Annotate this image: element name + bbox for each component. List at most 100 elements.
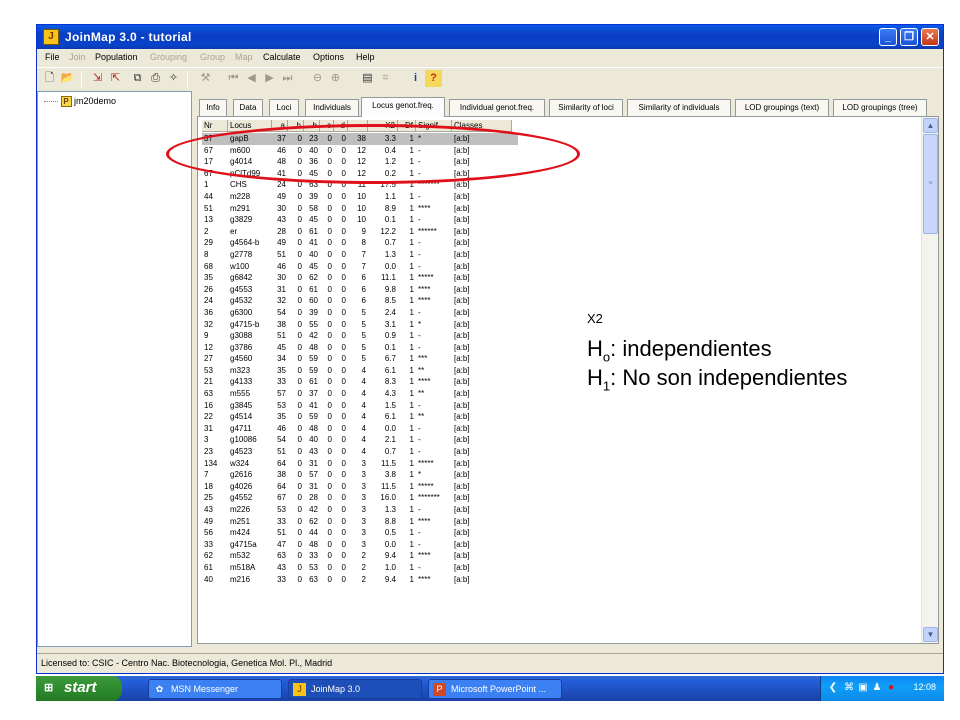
task-msn-messenger[interactable]: ✿ MSN Messenger xyxy=(148,679,282,699)
close-button[interactable]: ✕ xyxy=(921,28,939,46)
table-row[interactable]: 31 g4711 46 0 48 0 0 4 0.0 1- [a:b] xyxy=(202,423,518,435)
tab-info[interactable]: Info xyxy=(199,99,227,117)
table-row[interactable]: 36 g6300 54 0 39 0 0 5 2.4 1- [a:b] xyxy=(202,307,518,319)
next-icon[interactable]: ▶ xyxy=(261,70,278,87)
col-a-cell: 63 xyxy=(277,551,286,561)
col-b-cell: 45 xyxy=(309,215,318,225)
table-row[interactable]: 32 g4715-b 38 0 55 0 0 5 3.1 1 * [a:b] xyxy=(202,319,518,331)
first-icon[interactable]: ⏮ xyxy=(225,70,242,87)
open-folder-icon[interactable]: 📂 xyxy=(59,70,76,87)
table-row[interactable]: 68 w100 46 0 45 0 0 7 0.0 1- [a:b] xyxy=(202,261,518,273)
task-powerpoint[interactable]: P Microsoft PowerPoint ... xyxy=(428,679,562,699)
tab-individual-genot-freq[interactable]: Individual genot.freq. xyxy=(449,99,545,117)
col-h-cell: 0 xyxy=(297,516,302,526)
security-icon[interactable]: ● xyxy=(885,682,897,694)
table-row[interactable]: 134 w324 64 0 31 0 0 3 11.5 1 ***** [a:b] xyxy=(202,458,518,470)
col-nr-header[interactable]: Nr xyxy=(202,120,228,132)
zoom-out-icon[interactable]: ⊖ xyxy=(309,70,326,87)
table-row[interactable]: 23 g4523 51 0 43 0 0 4 0.7 1- [a:b] xyxy=(202,446,518,458)
menu-grouping[interactable]: Grouping xyxy=(150,52,187,62)
table-row[interactable]: 51 m291 30 0 58 0 0 10 8.9 1 **** [a:b] xyxy=(202,203,518,215)
tab-similarity-of-individuals[interactable]: Similarity of individuals xyxy=(627,99,731,117)
menu-join[interactable]: Join xyxy=(69,52,86,62)
table-row[interactable]: 26 g4553 31 0 61 0 0 6 9.8 1 **** [a:b] xyxy=(202,284,518,296)
table-row[interactable]: 61 m518A 43 0 53 0 0 2 1.0 1- [a:b] xyxy=(202,562,518,574)
menu-options[interactable]: Options xyxy=(313,52,344,62)
table-row[interactable]: 7 g2616 38 0 57 0 0 3 3.8 1 * [a:b] xyxy=(202,469,518,481)
scroll-down-icon[interactable]: ▼ xyxy=(923,627,938,642)
tray-expand-icon[interactable]: ❮ xyxy=(827,682,839,694)
vertical-scrollbar[interactable]: ▲ ≡ ▼ xyxy=(921,117,938,643)
table-row[interactable]: 40 m216 33 0 63 0 0 2 9.4 1 **** [a:b] xyxy=(202,574,518,586)
grid-icon[interactable]: ⌗ xyxy=(377,70,394,87)
tree-node-jm20demo[interactable]: P jm20demo xyxy=(44,96,116,108)
table-row[interactable]: 8 g2778 51 0 40 0 0 7 1.3 1- [a:b] xyxy=(202,249,518,261)
table-row[interactable]: 63 m555 57 0 37 0 0 4 4.3 1 ** [a:b] xyxy=(202,388,518,400)
table-row[interactable]: 24 g4532 32 0 60 0 0 6 8.5 1 **** [a:b] xyxy=(202,295,518,307)
table-row[interactable]: 56 m424 51 0 44 0 0 3 0.5 1- [a:b] xyxy=(202,527,518,539)
col-nr-cell: 68 xyxy=(204,261,213,271)
tab-similarity-of-loci[interactable]: Similarity of loci xyxy=(549,99,623,117)
settings-icon[interactable]: ⚒ xyxy=(197,70,214,87)
title-bar[interactable]: J JoinMap 3.0 - tutorial _ ❐ ✕ xyxy=(37,25,943,49)
help-icon[interactable]: ? xyxy=(425,70,442,87)
previous-icon[interactable]: ◀ xyxy=(243,70,260,87)
tab-lod-groupings-tree[interactable]: LOD groupings (tree) xyxy=(833,99,927,117)
table-row[interactable]: 3 g10086 54 0 40 0 0 4 2.1 1- [a:b] xyxy=(202,434,518,446)
tab-loci[interactable]: Loci xyxy=(269,99,299,117)
table-row[interactable]: 2 er 28 0 61 0 0 9 12.2 1 ****** [a:b] xyxy=(202,226,518,238)
col-b-cell: 45 xyxy=(309,261,318,271)
table-row[interactable]: 49 m251 33 0 62 0 0 3 8.8 1 **** [a:b] xyxy=(202,516,518,528)
task-joinmap[interactable]: J JoinMap 3.0 xyxy=(288,679,422,699)
export-icon[interactable]: ⇱ xyxy=(107,70,124,87)
minimize-button[interactable]: _ xyxy=(879,28,897,46)
start-button[interactable]: ⊞ start xyxy=(36,676,122,701)
print-icon[interactable]: ⎙ xyxy=(147,70,164,87)
table-row[interactable]: 53 m323 35 0 59 0 0 4 6.1 1 ** [a:b] xyxy=(202,365,518,377)
table-row[interactable]: 29 g4564-b 49 0 41 0 0 8 0.7 1- [a:b] xyxy=(202,237,518,249)
copy-icon[interactable]: ⧉ xyxy=(129,70,146,87)
table-row[interactable]: 25 g4552 67 0 28 0 0 3 16.0 1 ******* [a:b] xyxy=(202,492,518,504)
tab-locus-genot-freq[interactable]: Locus genot.freq. xyxy=(361,97,445,117)
tab-data[interactable]: Data xyxy=(233,99,263,117)
tab-individuals[interactable]: Individuals xyxy=(305,99,359,117)
table-row[interactable]: 9 g3088 51 0 42 0 0 5 0.9 1- [a:b] xyxy=(202,330,518,342)
table-row[interactable]: 13 g3829 43 0 45 0 0 10 0.1 1- [a:b] xyxy=(202,214,518,226)
tools-icon[interactable]: ✧ xyxy=(165,70,182,87)
menu-population[interactable]: Population xyxy=(95,52,138,62)
info-icon[interactable]: i xyxy=(407,70,424,87)
last-icon[interactable]: ⏭ xyxy=(279,70,296,87)
menu-help[interactable]: Help xyxy=(356,52,375,62)
scroll-thumb[interactable]: ≡ xyxy=(923,134,938,234)
calculator-icon[interactable]: ▤ xyxy=(359,70,376,87)
menu-file[interactable]: File xyxy=(45,52,60,62)
app-icon[interactable]: J xyxy=(43,29,59,45)
table-row[interactable]: 21 g4133 33 0 61 0 0 4 8.3 1 **** [a:b] xyxy=(202,376,518,388)
menu-map[interactable]: Map xyxy=(235,52,253,62)
table-row[interactable]: 27 g4560 34 0 59 0 0 5 6.7 1 *** [a:b] xyxy=(202,353,518,365)
table-row[interactable]: 62 m532 63 0 33 0 0 2 9.4 1 **** [a:b] xyxy=(202,550,518,562)
col-c-cell: 0 xyxy=(327,423,332,433)
table-row[interactable]: 12 g3786 45 0 48 0 0 5 0.1 1- [a:b] xyxy=(202,342,518,354)
network-icon[interactable]: ⌘ xyxy=(843,682,855,694)
col-df-cell: 1 xyxy=(409,389,414,399)
table-row[interactable]: 18 g4026 64 0 31 0 0 3 11.5 1 ***** [a:b] xyxy=(202,481,518,493)
table-row[interactable]: 16 g3845 53 0 41 0 0 4 1.5 1- [a:b] xyxy=(202,400,518,412)
monitor-icon[interactable]: ▣ xyxy=(857,682,869,694)
import-icon[interactable]: ⇲ xyxy=(89,70,106,87)
zoom-in-icon[interactable]: ⊕ xyxy=(327,70,344,87)
tab-lod-groupings-text[interactable]: LOD groupings (text) xyxy=(735,99,829,117)
col-signif-cell: - xyxy=(418,505,421,514)
new-file-icon[interactable]: 🗋 xyxy=(41,70,58,87)
menu-calculate[interactable]: Calculate xyxy=(263,52,301,62)
scroll-up-icon[interactable]: ▲ xyxy=(923,118,938,133)
table-row[interactable]: 33 g4715a 47 0 48 0 0 3 0.0 1- [a:b] xyxy=(202,539,518,551)
col-b-cell: 48 xyxy=(309,342,318,352)
menu-group[interactable]: Group xyxy=(200,52,225,62)
table-row[interactable]: 22 g4514 35 0 59 0 0 4 6.1 1 ** [a:b] xyxy=(202,411,518,423)
table-row[interactable]: 35 g6842 30 0 62 0 0 6 11.1 1 ***** [a:b] xyxy=(202,272,518,284)
table-row[interactable]: 44 m228 49 0 39 0 0 10 1.1 1- [a:b] xyxy=(202,191,518,203)
messenger-tray-icon[interactable]: ♟ xyxy=(871,682,883,694)
table-row[interactable]: 43 m226 53 0 42 0 0 3 1.3 1- [a:b] xyxy=(202,504,518,516)
maximize-button[interactable]: ❐ xyxy=(900,28,918,46)
